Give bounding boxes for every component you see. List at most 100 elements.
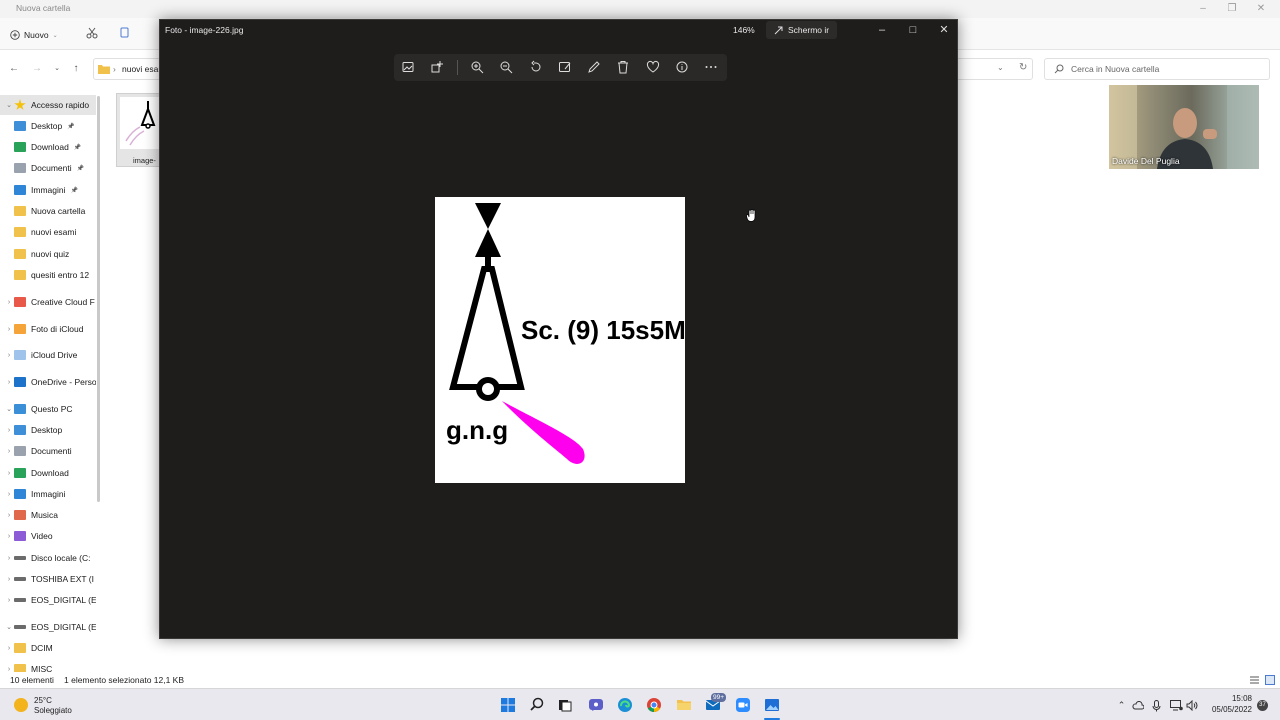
search-icon[interactable] bbox=[529, 697, 545, 713]
sidebar-item[interactable]: › Creative Cloud F bbox=[0, 292, 96, 312]
rotate-icon[interactable] bbox=[529, 60, 543, 74]
more-options-icon[interactable] bbox=[704, 60, 718, 74]
notification-count-badge[interactable]: 37 bbox=[1257, 700, 1268, 711]
drive-icon bbox=[14, 598, 26, 602]
fullscreen-button[interactable]: Schermo ir bbox=[766, 21, 838, 39]
sidebar-item[interactable]: Immagini 📌 bbox=[0, 180, 96, 200]
chrome-browser-icon[interactable] bbox=[646, 697, 662, 713]
sidebar-item[interactable]: › Foto di iCloud bbox=[0, 319, 96, 339]
recent-locations-icon[interactable]: ⌄ bbox=[51, 63, 63, 75]
edit-image-icon[interactable] bbox=[558, 60, 572, 74]
sidebar-item[interactable]: › Disco locale (C: bbox=[0, 548, 96, 568]
forward-icon[interactable]: → bbox=[31, 63, 43, 75]
info-icon[interactable] bbox=[675, 60, 689, 74]
chevron-right-icon[interactable]: › bbox=[4, 470, 14, 477]
chevron-right-icon[interactable]: › bbox=[4, 352, 14, 359]
clock-date[interactable]: 05/05/2022 bbox=[1207, 705, 1252, 714]
sidebar-item[interactable]: › DCIM bbox=[0, 638, 96, 658]
volume-icon[interactable] bbox=[1186, 700, 1198, 711]
chevron-right-icon[interactable]: › bbox=[4, 555, 14, 562]
chevron-right-icon[interactable]: › bbox=[4, 597, 14, 604]
sun-icon[interactable] bbox=[14, 698, 28, 712]
sidebar-item[interactable]: ⌄ EOS_DIGITAL (E:) bbox=[0, 617, 96, 637]
sidebar-item[interactable]: Download 📌 bbox=[0, 137, 96, 157]
address-dropdown-icon[interactable]: ⌄ bbox=[997, 63, 1004, 72]
explorer-maximize-button[interactable]: ❐ bbox=[1225, 3, 1239, 15]
sidebar-item[interactable]: Documenti 📌 bbox=[0, 158, 96, 178]
zoom-in-icon[interactable] bbox=[470, 60, 484, 74]
sidebar-item[interactable]: ⌄ Questo PC bbox=[0, 399, 96, 419]
chevron-right-icon[interactable]: › bbox=[4, 379, 14, 386]
edge-browser-icon[interactable] bbox=[617, 697, 633, 713]
sidebar-item[interactable]: › OneDrive - Perso bbox=[0, 372, 96, 392]
cut-icon[interactable] bbox=[86, 27, 98, 39]
chevron-right-icon[interactable]: › bbox=[4, 512, 14, 519]
chevron-right-icon[interactable]: › bbox=[4, 576, 14, 583]
back-icon[interactable]: ← bbox=[8, 63, 20, 75]
clock-time[interactable]: 15:08 bbox=[1218, 694, 1252, 703]
sidebar-item[interactable]: › iCloud Drive bbox=[0, 345, 96, 365]
photos-viewer-window: Foto - image-226.jpg 146% Schermo ir – □… bbox=[159, 19, 958, 639]
new-button[interactable]: Nuovo ⌄ bbox=[10, 26, 58, 44]
chevron-right-icon[interactable]: › bbox=[4, 299, 14, 306]
microphone-icon[interactable] bbox=[1152, 700, 1161, 712]
viewer-toolbar bbox=[394, 54, 727, 81]
weather-condition[interactable]: Soleggiato bbox=[34, 706, 72, 715]
chevron-right-icon[interactable]: › bbox=[4, 533, 14, 540]
download-icon bbox=[14, 468, 26, 478]
zoom-out-icon[interactable] bbox=[499, 60, 513, 74]
details-view-icon[interactable] bbox=[1250, 676, 1259, 684]
show-hidden-icons-icon[interactable]: ⌃ bbox=[1116, 700, 1127, 711]
add-to-album-icon[interactable] bbox=[430, 60, 444, 74]
file-explorer-icon[interactable] bbox=[676, 697, 692, 713]
sidebar-item[interactable]: › Download bbox=[0, 463, 96, 483]
chevron-right-icon[interactable]: › bbox=[4, 448, 14, 455]
sidebar-item[interactable]: › Musica bbox=[0, 505, 96, 525]
weather-temperature[interactable]: 25°C bbox=[34, 696, 52, 705]
large-icons-view-icon[interactable] bbox=[1265, 675, 1275, 685]
chevron-right-icon[interactable]: › bbox=[4, 491, 14, 498]
sidebar-item[interactable]: › Immagini bbox=[0, 484, 96, 504]
draw-icon[interactable] bbox=[587, 60, 601, 74]
task-view-icon[interactable] bbox=[557, 697, 573, 713]
sidebar-item[interactable]: › TOSHIBA EXT (I bbox=[0, 569, 96, 589]
sidebar-item[interactable]: Nuova cartella bbox=[0, 201, 96, 221]
sidebar-item[interactable]: nuovi quiz bbox=[0, 244, 96, 264]
chevron-right-icon[interactable]: › bbox=[4, 326, 14, 333]
explorer-close-button[interactable]: ✕ bbox=[1254, 3, 1268, 15]
teams-chat-icon[interactable] bbox=[588, 697, 604, 713]
search-box[interactable]: Cerca in Nuova cartella bbox=[1044, 58, 1270, 80]
spar-buoy-body bbox=[449, 266, 525, 390]
sidebar-item[interactable]: › Desktop bbox=[0, 420, 96, 440]
viewer-minimize-button[interactable]: – bbox=[875, 23, 889, 37]
chevron-right-icon[interactable]: › bbox=[4, 645, 14, 652]
enhance-photo-icon[interactable] bbox=[401, 60, 415, 74]
delete-icon[interactable] bbox=[616, 60, 630, 74]
up-icon[interactable]: ↑ bbox=[70, 63, 82, 75]
sidebar-item[interactable]: › Documenti bbox=[0, 441, 96, 461]
sidebar-item[interactable]: › EOS_DIGITAL (E bbox=[0, 590, 96, 610]
sidebar-item[interactable]: › Video bbox=[0, 526, 96, 546]
chevron-down-icon[interactable]: ⌄ bbox=[4, 405, 14, 413]
zoom-meetings-icon[interactable] bbox=[735, 697, 751, 713]
viewer-maximize-button[interactable]: □ bbox=[906, 23, 920, 37]
start-menu-icon[interactable] bbox=[500, 697, 516, 713]
sidebar-item[interactable]: ⌄ Accesso rapido bbox=[0, 95, 96, 115]
sidebar-item[interactable]: nuovi esami bbox=[0, 222, 96, 242]
sidebar-item[interactable]: quesiti entro 12 bbox=[0, 265, 96, 285]
onedrive-cloud-icon[interactable] bbox=[1132, 701, 1144, 710]
sidebar-item[interactable]: Desktop 📌 bbox=[0, 116, 96, 136]
file-item-selected[interactable]: image- bbox=[116, 93, 164, 167]
explorer-minimize-button[interactable]: – bbox=[1196, 3, 1210, 15]
chevron-right-icon[interactable]: › bbox=[4, 427, 14, 434]
favorite-icon[interactable] bbox=[646, 60, 660, 74]
photos-app-icon[interactable] bbox=[764, 697, 780, 713]
copy-icon[interactable] bbox=[118, 27, 130, 39]
viewer-close-button[interactable]: ✕ bbox=[937, 23, 951, 37]
refresh-icon[interactable]: ↻ bbox=[1019, 62, 1027, 73]
chevron-down-icon[interactable]: ⌄ bbox=[4, 623, 14, 631]
chevron-down-icon[interactable]: ⌄ bbox=[4, 101, 14, 109]
sidebar-item-label: nuovi quiz bbox=[31, 249, 70, 259]
navigation-pane-scrollbar[interactable] bbox=[97, 96, 100, 502]
network-icon[interactable] bbox=[1170, 700, 1183, 711]
